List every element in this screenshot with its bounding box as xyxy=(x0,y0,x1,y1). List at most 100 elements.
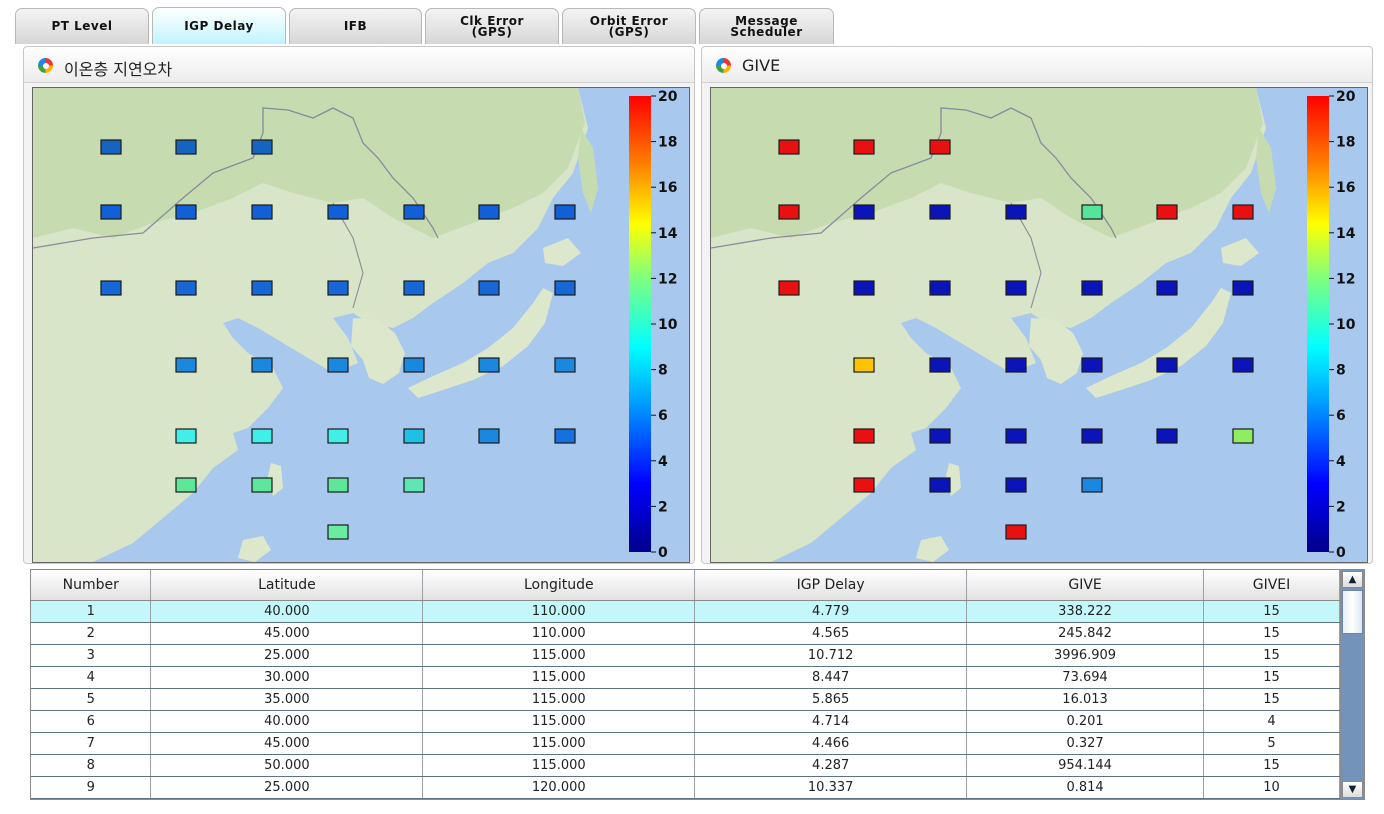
left-igp-marker[interactable] xyxy=(251,204,273,220)
left-igp-marker[interactable] xyxy=(327,477,349,493)
left-igp-marker[interactable] xyxy=(251,357,273,373)
right-igp-marker[interactable] xyxy=(1005,280,1027,296)
left-igp-marker[interactable] xyxy=(175,357,197,373)
left-igp-marker[interactable] xyxy=(175,477,197,493)
left-igp-marker[interactable] xyxy=(175,428,197,444)
tab-igp-delay[interactable]: IGP Delay xyxy=(152,7,286,44)
right-igp-marker[interactable] xyxy=(853,357,875,373)
right-igp-marker[interactable] xyxy=(1081,477,1103,493)
cell-give: 0.201 xyxy=(966,710,1204,733)
right-igp-marker[interactable] xyxy=(1232,204,1254,220)
left-igp-marker[interactable] xyxy=(175,204,197,220)
right-igp-marker[interactable] xyxy=(929,139,951,155)
tab-ifb[interactable]: IFB xyxy=(289,8,422,44)
right-igp-marker[interactable] xyxy=(929,357,951,373)
colorbar-tick-label: 6 xyxy=(1336,408,1346,424)
tab-clk-error-gps[interactable]: Clk Error (GPS) xyxy=(425,8,559,44)
right-igp-marker[interactable] xyxy=(929,428,951,444)
right-igp-marker[interactable] xyxy=(853,477,875,493)
tab-pt-level[interactable]: PT Level xyxy=(15,8,149,44)
table-scrollbar[interactable]: ▲ ▼ xyxy=(1340,570,1364,799)
right-igp-marker[interactable] xyxy=(1156,204,1178,220)
right-igp-marker[interactable] xyxy=(1005,204,1027,220)
right-igp-marker[interactable] xyxy=(853,280,875,296)
left-igp-marker[interactable] xyxy=(554,357,576,373)
left-igp-marker[interactable] xyxy=(251,280,273,296)
left-igp-marker[interactable] xyxy=(478,280,500,296)
right-igp-marker[interactable] xyxy=(929,204,951,220)
left-igp-marker[interactable] xyxy=(251,477,273,493)
right-igp-marker[interactable] xyxy=(778,139,800,155)
left-igp-marker[interactable] xyxy=(327,357,349,373)
left-igp-marker[interactable] xyxy=(100,139,122,155)
left-igp-marker[interactable] xyxy=(554,428,576,444)
scroll-thumb[interactable] xyxy=(1342,590,1363,634)
right-igp-marker[interactable] xyxy=(1156,357,1178,373)
left-igp-marker[interactable] xyxy=(478,428,500,444)
right-igp-marker[interactable] xyxy=(778,280,800,296)
right-igp-marker[interactable] xyxy=(1005,524,1027,540)
left-igp-marker[interactable] xyxy=(403,477,425,493)
left-igp-marker[interactable] xyxy=(327,524,349,540)
right-igp-marker[interactable] xyxy=(1232,428,1254,444)
scroll-up-icon[interactable]: ▲ xyxy=(1342,571,1363,588)
left-igp-marker[interactable] xyxy=(175,280,197,296)
left-igp-marker[interactable] xyxy=(403,204,425,220)
right-igp-marker[interactable] xyxy=(1005,428,1027,444)
left-igp-marker[interactable] xyxy=(403,280,425,296)
right-igp-marker[interactable] xyxy=(1005,477,1027,493)
right-igp-marker[interactable] xyxy=(1156,428,1178,444)
column-header-givei[interactable]: GIVEI xyxy=(1203,570,1340,601)
left-igp-marker[interactable] xyxy=(251,428,273,444)
table-row[interactable]: 8 50.000 115.000 4.287 954.144 15 xyxy=(31,754,1340,777)
right-igp-marker[interactable] xyxy=(1081,428,1103,444)
left-igp-marker[interactable] xyxy=(554,280,576,296)
table-row[interactable]: 5 35.000 115.000 5.865 16.013 15 xyxy=(31,688,1340,711)
right-igp-marker[interactable] xyxy=(1081,357,1103,373)
left-igp-marker[interactable] xyxy=(100,280,122,296)
right-igp-marker[interactable] xyxy=(853,428,875,444)
table-row[interactable]: 9 25.000 120.000 10.337 0.814 10 xyxy=(31,776,1340,799)
left-igp-marker[interactable] xyxy=(327,428,349,444)
scroll-down-icon[interactable]: ▼ xyxy=(1342,781,1363,798)
left-igp-marker[interactable] xyxy=(251,139,273,155)
column-header-number[interactable]: Number xyxy=(31,570,152,601)
right-igp-marker[interactable] xyxy=(1156,280,1178,296)
left-igp-marker[interactable] xyxy=(403,428,425,444)
table-row[interactable]: 1 40.000 110.000 4.779 338.222 15 xyxy=(31,600,1340,623)
give-map[interactable]: 0 2 4 6 8 10 12 14 16 18 20 xyxy=(710,87,1368,563)
column-header-longitude[interactable]: Longitude xyxy=(422,570,696,601)
right-igp-marker[interactable] xyxy=(853,139,875,155)
left-igp-marker[interactable] xyxy=(478,204,500,220)
right-igp-marker[interactable] xyxy=(1232,357,1254,373)
right-igp-marker[interactable] xyxy=(853,204,875,220)
left-igp-marker[interactable] xyxy=(403,357,425,373)
left-igp-marker[interactable] xyxy=(327,204,349,220)
tab-orbit-error-gps[interactable]: Orbit Error (GPS) xyxy=(562,8,696,44)
right-igp-marker[interactable] xyxy=(1005,357,1027,373)
left-igp-marker[interactable] xyxy=(100,204,122,220)
left-igp-marker[interactable] xyxy=(478,357,500,373)
table-row[interactable]: 2 45.000 110.000 4.565 245.842 15 xyxy=(31,622,1340,645)
column-header-latitude[interactable]: Latitude xyxy=(150,570,424,601)
right-igp-marker[interactable] xyxy=(1081,204,1103,220)
tab-message-scheduler[interactable]: Message Scheduler xyxy=(699,8,834,44)
cell-igp-delay: 4.466 xyxy=(694,732,968,755)
table-row[interactable]: 4 30.000 115.000 8.447 73.694 15 xyxy=(31,666,1340,689)
right-igp-marker[interactable] xyxy=(929,477,951,493)
table-row[interactable]: 3 25.000 115.000 10.712 3996.909 15 xyxy=(31,644,1340,667)
right-igp-marker[interactable] xyxy=(1232,280,1254,296)
right-igp-marker[interactable] xyxy=(1081,280,1103,296)
cell-igp-delay: 10.712 xyxy=(694,644,968,667)
table-row[interactable]: 7 45.000 115.000 4.466 0.327 5 xyxy=(31,732,1340,755)
column-header-igp-delay[interactable]: IGP Delay xyxy=(694,570,968,601)
left-igp-marker[interactable] xyxy=(554,204,576,220)
right-igp-marker[interactable] xyxy=(778,204,800,220)
igp-delay-map[interactable]: 0 2 4 6 8 10 12 14 16 18 20 xyxy=(32,87,690,563)
column-header-give[interactable]: GIVE xyxy=(966,570,1204,601)
right-igp-marker[interactable] xyxy=(929,280,951,296)
left-igp-marker[interactable] xyxy=(327,280,349,296)
left-igp-marker[interactable] xyxy=(175,139,197,155)
igp-table: Number Latitude Longitude IGP Delay GIVE… xyxy=(30,569,1365,800)
table-row[interactable]: 6 40.000 115.000 4.714 0.201 4 xyxy=(31,710,1340,733)
